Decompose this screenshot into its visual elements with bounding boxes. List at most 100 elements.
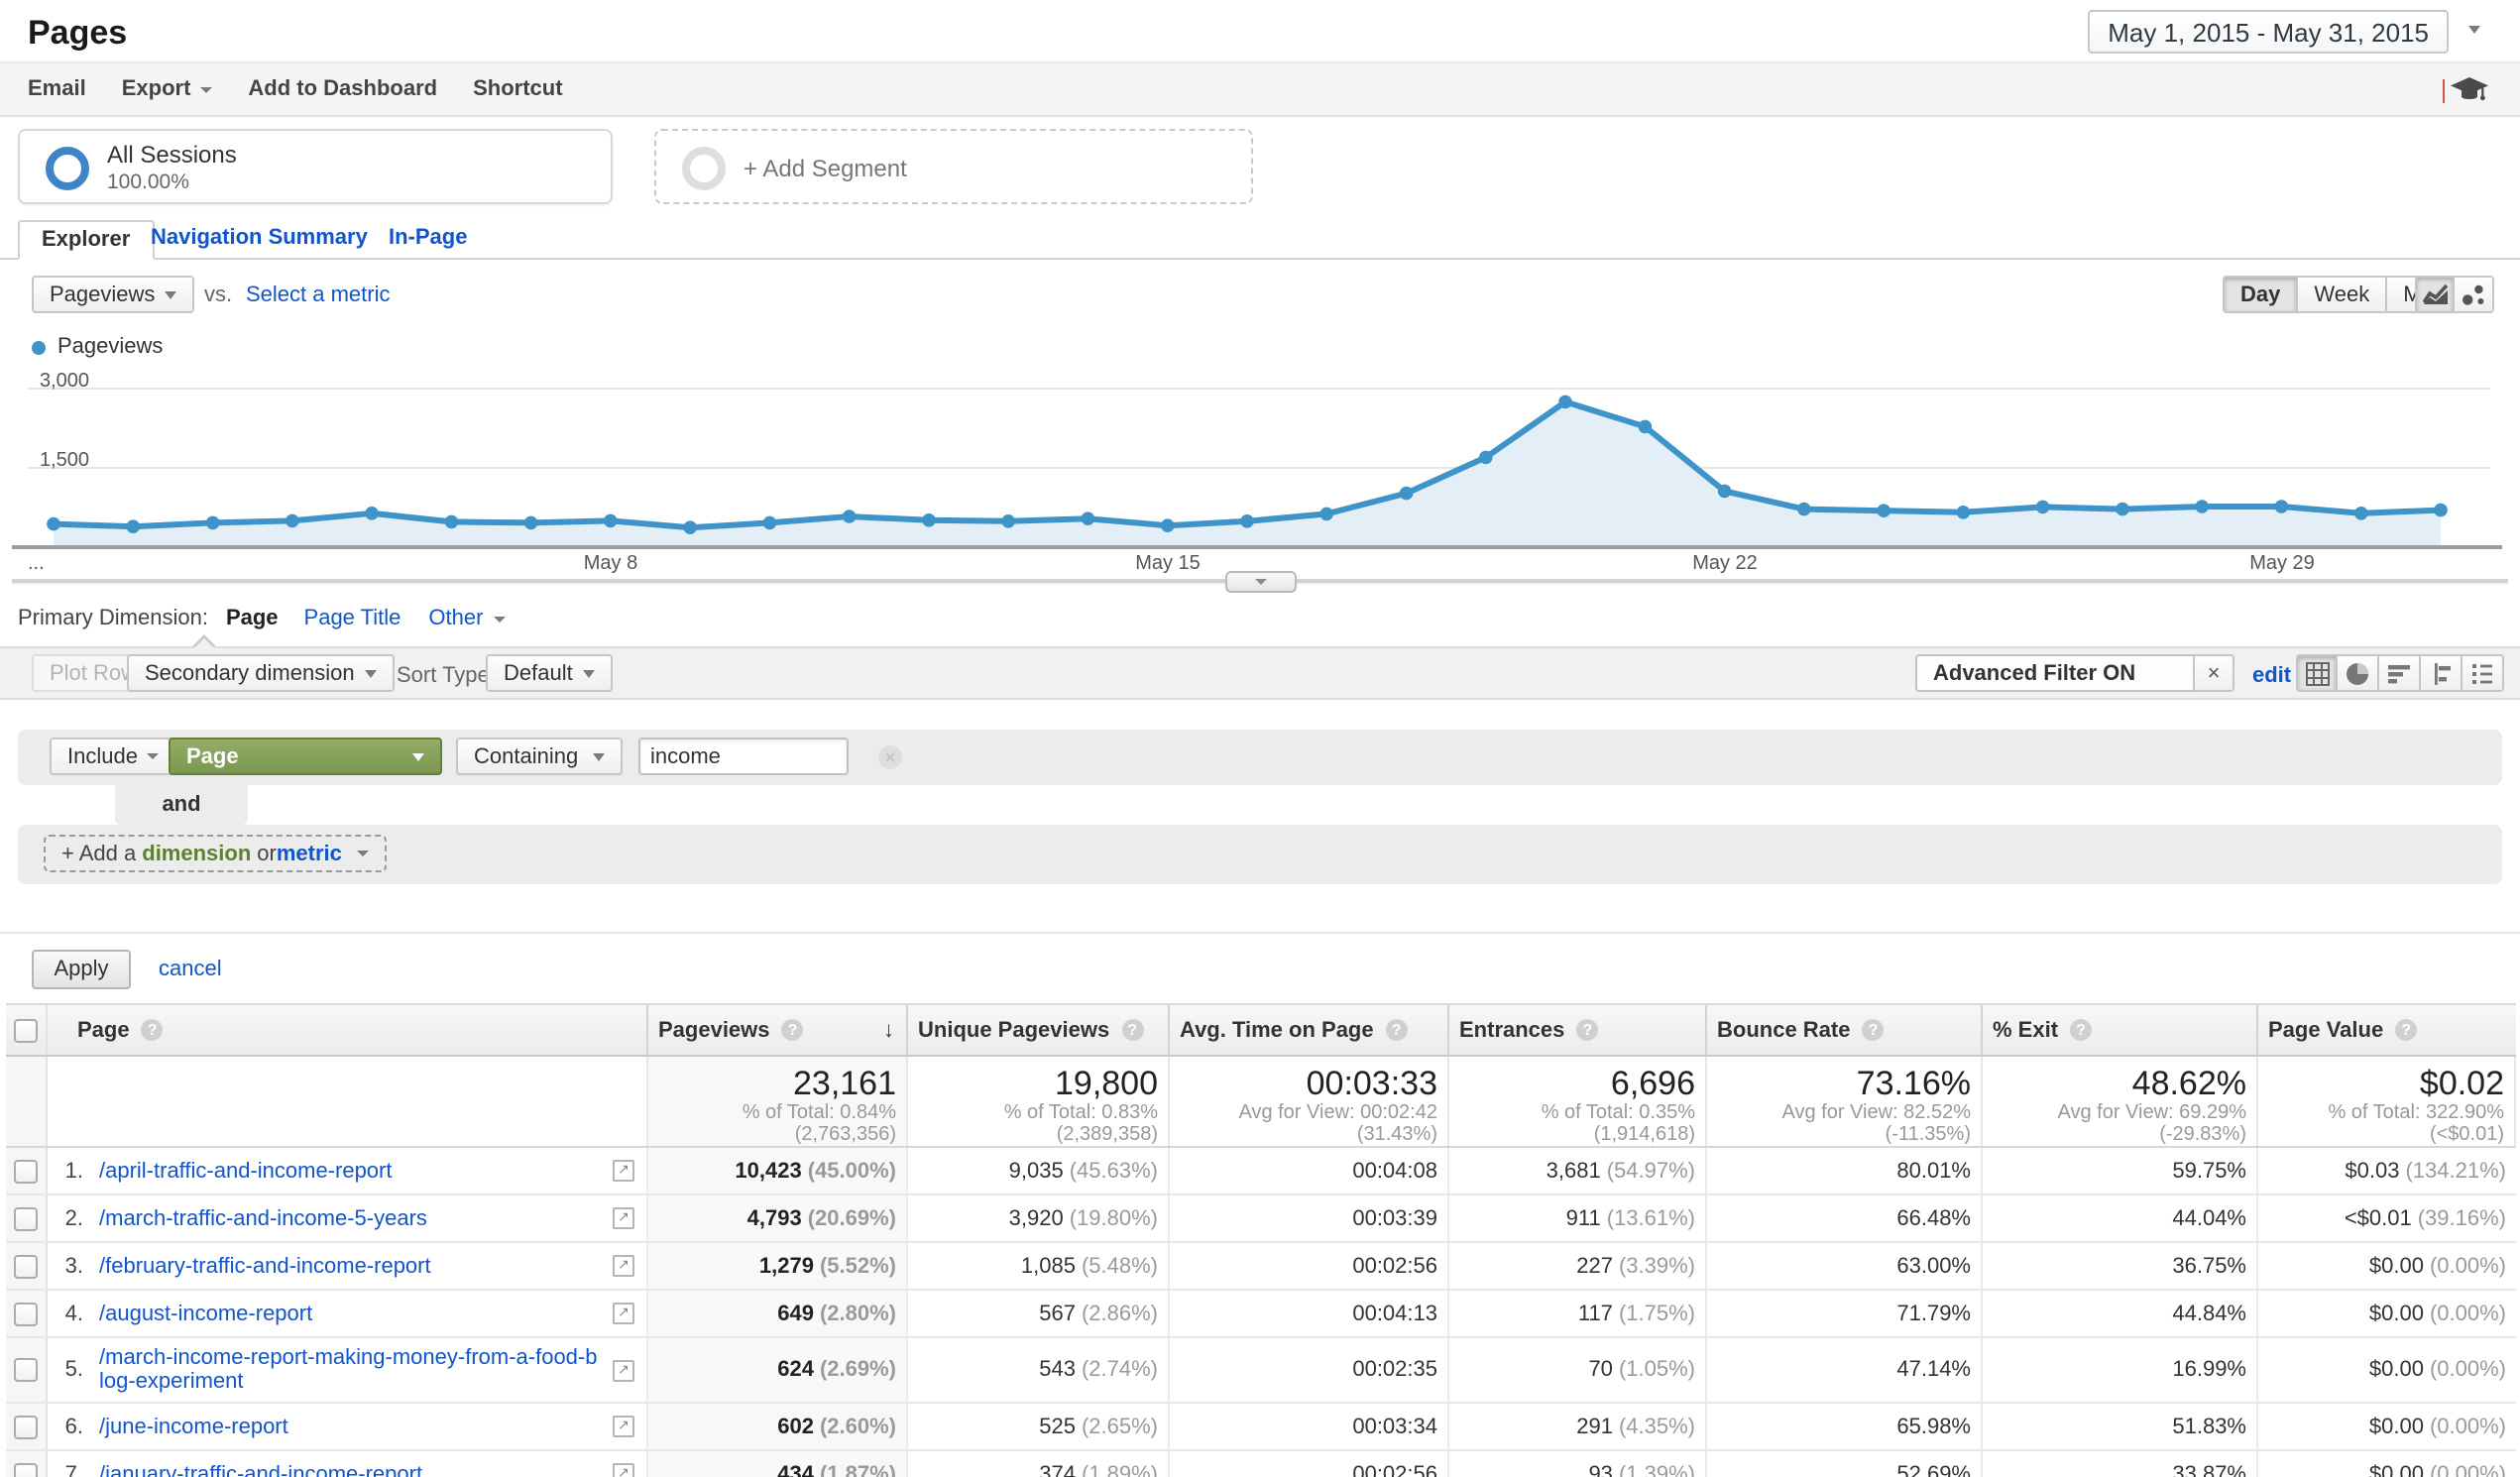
column-header-page-value[interactable]: Page Value? (2258, 1005, 2516, 1055)
row-checkbox[interactable] (14, 1358, 38, 1382)
help-icon[interactable]: ? (1863, 1019, 1885, 1041)
external-link-icon[interactable]: ↗ (613, 1207, 634, 1229)
page-link[interactable]: /june-income-report (99, 1415, 288, 1438)
chart-point[interactable] (2116, 503, 2129, 516)
chart-point[interactable] (763, 516, 777, 530)
column-header-pageviews[interactable]: Pageviews?↓ (648, 1005, 908, 1055)
chart-point[interactable] (1479, 451, 1493, 465)
motion-chart-view-button[interactable] (2455, 276, 2494, 313)
help-icon[interactable]: ? (1121, 1019, 1143, 1041)
date-range-selector[interactable]: May 1, 2015 - May 31, 2015 (2088, 10, 2449, 54)
view-table-button[interactable] (2296, 654, 2338, 692)
chart-expand-handle[interactable] (1225, 571, 1297, 593)
page-link[interactable]: /march-traffic-and-income-5-years (99, 1206, 427, 1230)
help-icon[interactable]: ? (2395, 1019, 2417, 1041)
sort-type-dropdown[interactable]: Default (486, 654, 613, 692)
tab-in-page[interactable]: In-Page (389, 226, 467, 250)
tab-navigation-summary[interactable]: Navigation Summary (151, 226, 368, 250)
shortcut-button[interactable]: Shortcut (473, 77, 562, 101)
add-dimension-or-metric-button[interactable]: + Add a dimension or metric (44, 835, 388, 872)
chart-point[interactable] (1877, 504, 1890, 517)
export-button[interactable]: Export (122, 77, 213, 101)
chart-point[interactable] (2195, 500, 2209, 513)
line-chart-view-button[interactable] (2415, 276, 2455, 313)
column-header-entrances[interactable]: Entrances? (1449, 1005, 1707, 1055)
select-a-metric-link[interactable]: Select a metric (246, 284, 391, 307)
filter-match-type-dropdown[interactable]: Containing (456, 738, 623, 775)
dimension-page-title[interactable]: Page Title (304, 607, 401, 630)
chart-point[interactable] (365, 507, 379, 520)
page-link[interactable]: /march-income-report-making-money-from-a… (99, 1346, 599, 1394)
row-checkbox[interactable] (14, 1415, 38, 1438)
add-to-dashboard-button[interactable]: Add to Dashboard (248, 77, 437, 101)
chart-point[interactable] (2354, 507, 2368, 520)
external-link-icon[interactable]: ↗ (613, 1416, 634, 1437)
view-performance-button[interactable] (2379, 654, 2421, 692)
add-segment-button[interactable]: + Add Segment (654, 129, 1253, 204)
chart-point[interactable] (843, 510, 857, 523)
chart-point[interactable] (2275, 500, 2289, 513)
chart-point[interactable] (524, 516, 538, 530)
chart-point[interactable] (922, 513, 936, 527)
view-comparison-button[interactable] (2421, 654, 2463, 692)
remove-filter-icon[interactable]: × (878, 745, 902, 769)
chart-point[interactable] (1161, 518, 1175, 532)
advanced-filter-edit-link[interactable]: edit (2252, 664, 2291, 688)
granularity-week-button[interactable]: Week (2298, 276, 2387, 313)
row-checkbox[interactable] (14, 1254, 38, 1278)
apply-button[interactable]: Apply (32, 950, 131, 989)
chart-point[interactable] (2036, 501, 2050, 514)
chart-point[interactable] (604, 514, 618, 528)
secondary-dimension-dropdown[interactable]: Secondary dimension (127, 654, 395, 692)
external-link-icon[interactable]: ↗ (613, 1303, 634, 1324)
chart-point[interactable] (683, 520, 697, 534)
chart-point[interactable] (1240, 514, 1254, 528)
chart-point[interactable] (1001, 514, 1015, 528)
external-link-icon[interactable]: ↗ (613, 1160, 634, 1182)
chevron-down-icon[interactable] (2468, 26, 2480, 34)
view-pivot-button[interactable] (2463, 654, 2504, 692)
education-button[interactable] (2443, 77, 2488, 103)
column-header-avg-time[interactable]: Avg. Time on Page? (1170, 1005, 1449, 1055)
filter-query-input[interactable] (638, 738, 849, 775)
email-button[interactable]: Email (28, 77, 86, 101)
chart-point[interactable] (2434, 504, 2448, 517)
chart-point[interactable] (1400, 487, 1414, 501)
column-header-pct-exit[interactable]: % Exit? (1983, 1005, 2258, 1055)
help-icon[interactable]: ? (142, 1019, 164, 1041)
cancel-link[interactable]: cancel (159, 958, 222, 981)
chart-point[interactable] (126, 519, 140, 533)
external-link-icon[interactable]: ↗ (613, 1463, 634, 1477)
chart-point[interactable] (1082, 511, 1095, 525)
segment-all-sessions[interactable]: All Sessions 100.00% (18, 129, 613, 204)
select-all-checkbox[interactable] (14, 1018, 38, 1042)
help-icon[interactable]: ? (1576, 1019, 1598, 1041)
page-link[interactable]: /april-traffic-and-income-report (99, 1159, 393, 1183)
chart-point[interactable] (1957, 506, 1971, 519)
page-link[interactable]: /february-traffic-and-income-report (99, 1254, 431, 1278)
chart-point[interactable] (445, 515, 459, 529)
metric-selector-dropdown[interactable]: Pageviews (32, 276, 194, 313)
external-link-icon[interactable]: ↗ (613, 1255, 634, 1277)
page-link[interactable]: /august-income-report (99, 1302, 312, 1325)
chart-point[interactable] (47, 517, 60, 531)
help-icon[interactable]: ? (2070, 1019, 2092, 1041)
column-header-unique-pageviews[interactable]: Unique Pageviews? (908, 1005, 1170, 1055)
external-link-icon[interactable]: ↗ (613, 1359, 634, 1381)
granularity-day-button[interactable]: Day (2223, 276, 2298, 313)
chart-point[interactable] (1319, 508, 1333, 521)
filter-verb-dropdown[interactable]: Include (50, 738, 177, 775)
advanced-filter-close-button[interactable]: × (2193, 654, 2234, 692)
help-icon[interactable]: ? (782, 1019, 804, 1041)
row-checkbox[interactable] (14, 1206, 38, 1230)
tab-explorer[interactable]: Explorer (18, 220, 154, 260)
chart-point[interactable] (206, 516, 220, 530)
chart-point[interactable] (1797, 503, 1811, 516)
chart-point[interactable] (1718, 485, 1732, 499)
row-checkbox[interactable] (14, 1302, 38, 1325)
filter-field-dropdown[interactable]: Page (169, 738, 442, 775)
chart-point[interactable] (286, 514, 299, 528)
row-checkbox[interactable] (14, 1159, 38, 1183)
row-checkbox[interactable] (14, 1462, 38, 1477)
chart-point[interactable] (1558, 396, 1572, 409)
